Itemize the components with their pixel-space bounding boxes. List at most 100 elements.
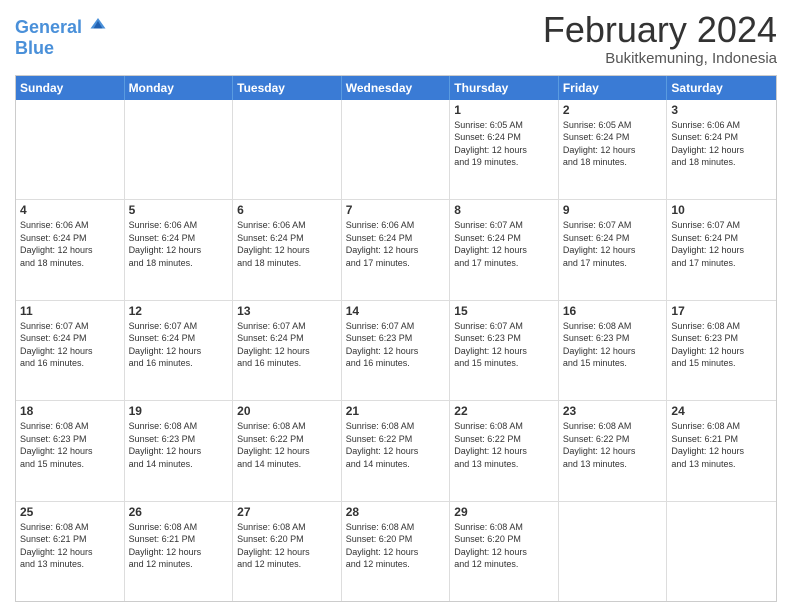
calendar-day-23: 23 Sunrise: 6:08 AM Sunset: 6:22 PM Dayli… (559, 401, 668, 500)
day-number: 5 (129, 203, 229, 217)
day-info: Sunrise: 6:08 AM Sunset: 6:21 PM Dayligh… (671, 420, 772, 470)
day-info: Sunrise: 6:05 AM Sunset: 6:24 PM Dayligh… (563, 119, 663, 169)
calendar-day-17: 17 Sunrise: 6:08 AM Sunset: 6:23 PM Dayli… (667, 301, 776, 400)
calendar-day-24: 24 Sunrise: 6:08 AM Sunset: 6:21 PM Dayli… (667, 401, 776, 500)
calendar-day-29: 29Sunrise: 6:08 AM Sunset: 6:20 PM Dayli… (450, 502, 559, 601)
calendar-day-21: 21 Sunrise: 6:08 AM Sunset: 6:22 PM Dayli… (342, 401, 451, 500)
day-number: 28 (346, 505, 446, 519)
calendar-day-26: 26 Sunrise: 6:08 AM Sunset: 6:21 PM Dayli… (125, 502, 234, 601)
calendar-day-14: 14 Sunrise: 6:07 AM Sunset: 6:23 PM Dayli… (342, 301, 451, 400)
calendar-empty-cell (125, 100, 234, 199)
calendar-day-4: 4 Sunrise: 6:06 AM Sunset: 6:24 PM Daylig… (16, 200, 125, 299)
day-number: 22 (454, 404, 554, 418)
calendar-body: 1 Sunrise: 6:05 AM Sunset: 6:24 PM Daylig… (16, 100, 776, 601)
calendar-empty-cell (342, 100, 451, 199)
day-number: 14 (346, 304, 446, 318)
day-number: 17 (671, 304, 772, 318)
calendar-week-2: 4 Sunrise: 6:06 AM Sunset: 6:24 PM Daylig… (16, 200, 776, 300)
day-header-wednesday: Wednesday (342, 76, 451, 100)
day-info: Sunrise: 6:07 AM Sunset: 6:24 PM Dayligh… (454, 219, 554, 269)
day-number: 23 (563, 404, 663, 418)
day-number: 19 (129, 404, 229, 418)
calendar-day-2: 2 Sunrise: 6:05 AM Sunset: 6:24 PM Daylig… (559, 100, 668, 199)
day-info: Sunrise: 6:08 AM Sunset: 6:22 PM Dayligh… (454, 420, 554, 470)
day-header-thursday: Thursday (450, 76, 559, 100)
day-number: 24 (671, 404, 772, 418)
day-number: 21 (346, 404, 446, 418)
calendar-day-27: 27 Sunrise: 6:08 AM Sunset: 6:20 PM Dayli… (233, 502, 342, 601)
subtitle: Bukitkemuning, Indonesia (543, 50, 777, 67)
calendar-day-3: 3Sunrise: 6:06 AM Sunset: 6:24 PM Daylig… (667, 100, 776, 199)
calendar-day-8: 8 Sunrise: 6:07 AM Sunset: 6:24 PM Daylig… (450, 200, 559, 299)
day-info: Sunrise: 6:07 AM Sunset: 6:23 PM Dayligh… (454, 320, 554, 370)
day-number: 27 (237, 505, 337, 519)
day-info: Sunrise: 6:08 AM Sunset: 6:20 PM Dayligh… (346, 521, 446, 571)
header: General Blue February 2024 Bukitkemuning… (15, 10, 777, 67)
day-number: 25 (20, 505, 120, 519)
day-header-friday: Friday (559, 76, 668, 100)
day-number: 7 (346, 203, 446, 217)
day-info: Sunrise: 6:08 AM Sunset: 6:22 PM Dayligh… (563, 420, 663, 470)
calendar-day-1: 1 Sunrise: 6:05 AM Sunset: 6:24 PM Daylig… (450, 100, 559, 199)
day-info: Sunrise: 6:05 AM Sunset: 6:24 PM Dayligh… (454, 119, 554, 169)
day-info: Sunrise: 6:08 AM Sunset: 6:23 PM Dayligh… (20, 420, 120, 470)
day-number: 10 (671, 203, 772, 217)
title-block: February 2024 Bukitkemuning, Indonesia (543, 10, 777, 67)
calendar-week-3: 11Sunrise: 6:07 AM Sunset: 6:24 PM Dayli… (16, 301, 776, 401)
day-info: Sunrise: 6:07 AM Sunset: 6:24 PM Dayligh… (237, 320, 337, 370)
day-number: 1 (454, 103, 554, 117)
day-info: Sunrise: 6:08 AM Sunset: 6:22 PM Dayligh… (237, 420, 337, 470)
calendar-day-6: 6 Sunrise: 6:06 AM Sunset: 6:24 PM Daylig… (233, 200, 342, 299)
main-title: February 2024 (543, 10, 777, 50)
logo-icon (89, 15, 107, 33)
calendar-day-7: 7Sunrise: 6:06 AM Sunset: 6:24 PM Daylig… (342, 200, 451, 299)
day-number: 2 (563, 103, 663, 117)
calendar-week-5: 25 Sunrise: 6:08 AM Sunset: 6:21 PM Dayli… (16, 502, 776, 601)
logo-text: General Blue (15, 15, 107, 59)
calendar-day-22: 22 Sunrise: 6:08 AM Sunset: 6:22 PM Dayli… (450, 401, 559, 500)
day-number: 18 (20, 404, 120, 418)
day-info: Sunrise: 6:06 AM Sunset: 6:24 PM Dayligh… (237, 219, 337, 269)
day-info: Sunrise: 6:08 AM Sunset: 6:21 PM Dayligh… (20, 521, 120, 571)
calendar-day-9: 9Sunrise: 6:07 AM Sunset: 6:24 PM Daylig… (559, 200, 668, 299)
calendar-week-4: 18 Sunrise: 6:08 AM Sunset: 6:23 PM Dayli… (16, 401, 776, 501)
day-info: Sunrise: 6:07 AM Sunset: 6:23 PM Dayligh… (346, 320, 446, 370)
calendar-empty-cell (16, 100, 125, 199)
day-info: Sunrise: 6:06 AM Sunset: 6:24 PM Dayligh… (20, 219, 120, 269)
calendar-day-19: 19 Sunrise: 6:08 AM Sunset: 6:23 PM Dayli… (125, 401, 234, 500)
day-number: 6 (237, 203, 337, 217)
calendar-empty-cell (667, 502, 776, 601)
day-number: 15 (454, 304, 554, 318)
day-header-monday: Monday (125, 76, 234, 100)
day-number: 8 (454, 203, 554, 217)
day-info: Sunrise: 6:08 AM Sunset: 6:23 PM Dayligh… (129, 420, 229, 470)
calendar-day-25: 25 Sunrise: 6:08 AM Sunset: 6:21 PM Dayli… (16, 502, 125, 601)
day-info: Sunrise: 6:08 AM Sunset: 6:23 PM Dayligh… (671, 320, 772, 370)
day-info: Sunrise: 6:08 AM Sunset: 6:22 PM Dayligh… (346, 420, 446, 470)
day-number: 20 (237, 404, 337, 418)
calendar-day-18: 18 Sunrise: 6:08 AM Sunset: 6:23 PM Dayli… (16, 401, 125, 500)
day-number: 29 (454, 505, 554, 519)
day-info: Sunrise: 6:08 AM Sunset: 6:21 PM Dayligh… (129, 521, 229, 571)
page: General Blue February 2024 Bukitkemuning… (0, 0, 792, 612)
logo-general: General (15, 17, 82, 37)
calendar-empty-cell (559, 502, 668, 601)
calendar-day-20: 20 Sunrise: 6:08 AM Sunset: 6:22 PM Dayli… (233, 401, 342, 500)
day-info: Sunrise: 6:07 AM Sunset: 6:24 PM Dayligh… (563, 219, 663, 269)
day-number: 26 (129, 505, 229, 519)
day-info: Sunrise: 6:07 AM Sunset: 6:24 PM Dayligh… (20, 320, 120, 370)
day-number: 13 (237, 304, 337, 318)
calendar-week-1: 1 Sunrise: 6:05 AM Sunset: 6:24 PM Daylig… (16, 100, 776, 200)
calendar-day-28: 28 Sunrise: 6:08 AM Sunset: 6:20 PM Dayli… (342, 502, 451, 601)
day-header-tuesday: Tuesday (233, 76, 342, 100)
logo-blue: Blue (15, 38, 107, 59)
day-header-sunday: Sunday (16, 76, 125, 100)
day-number: 4 (20, 203, 120, 217)
calendar-day-16: 16Sunrise: 6:08 AM Sunset: 6:23 PM Dayli… (559, 301, 668, 400)
day-info: Sunrise: 6:06 AM Sunset: 6:24 PM Dayligh… (671, 119, 772, 169)
day-info: Sunrise: 6:08 AM Sunset: 6:20 PM Dayligh… (237, 521, 337, 571)
day-number: 12 (129, 304, 229, 318)
day-info: Sunrise: 6:06 AM Sunset: 6:24 PM Dayligh… (129, 219, 229, 269)
day-info: Sunrise: 6:07 AM Sunset: 6:24 PM Dayligh… (129, 320, 229, 370)
calendar: SundayMondayTuesdayWednesdayThursdayFrid… (15, 75, 777, 602)
